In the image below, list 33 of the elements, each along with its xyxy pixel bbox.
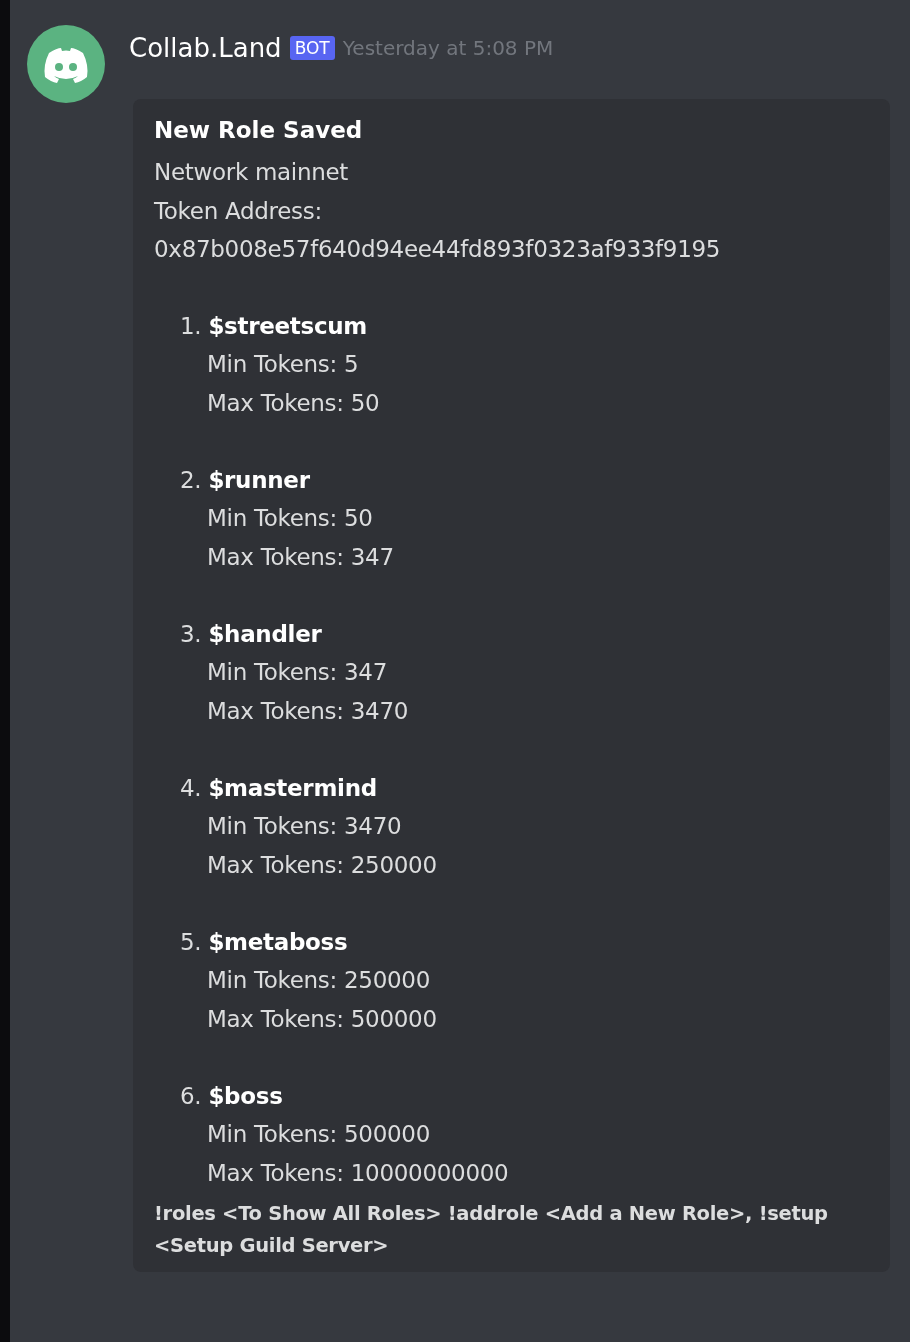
min-tokens-text: Min Tokens: 50: [206, 504, 374, 533]
role-name: $mastermind: [208, 774, 377, 801]
max-tokens-text: Max Tokens: 250000: [206, 850, 438, 880]
max-tokens-text: Max Tokens: 500000: [206, 1004, 438, 1034]
role-number: 3.: [180, 620, 202, 647]
role-number: 4.: [180, 774, 202, 801]
avatar-icon: [27, 25, 105, 103]
role-name: $handler: [208, 620, 322, 647]
embed-text: 0x87b008e57f640d94ee44fd893f0323af933f9195: [154, 235, 722, 264]
bot-tag: BOT: [289, 35, 335, 61]
role-number: 2.: [180, 466, 202, 493]
embed-title: New Role Saved: [154, 116, 364, 145]
author-name[interactable]: Collab.Land: [129, 35, 282, 61]
embed-text: Token Address:: [154, 196, 323, 226]
role-name: $metaboss: [208, 928, 348, 955]
role-number: 6.: [180, 1082, 202, 1109]
max-tokens-text: Max Tokens: 3470: [206, 696, 410, 726]
max-tokens-text: Max Tokens: 50: [206, 388, 381, 418]
min-tokens-text: Min Tokens: 250000: [206, 966, 431, 995]
role-name: $boss: [208, 1082, 283, 1109]
timestamp: Yesterday at 5:08 PM: [342, 35, 554, 62]
min-tokens-text: Min Tokens: 347: [206, 658, 388, 687]
role-name: $runner: [208, 466, 310, 493]
min-tokens-text: Min Tokens: 5: [206, 350, 360, 379]
role-number: 1.: [180, 312, 202, 339]
role-number: 5.: [180, 928, 202, 955]
max-tokens-text: Max Tokens: 10000000000: [206, 1158, 510, 1188]
min-tokens-text: Min Tokens: 500000: [206, 1120, 431, 1149]
max-tokens-text: Max Tokens: 347: [206, 542, 395, 572]
embed-footer: !roles <To Show All Roles> !addrole <Add a New Role>, !setup <Setup Guild Server>: [154, 1198, 870, 1262]
embed-text: Network mainnet: [154, 158, 350, 187]
min-tokens-text: Min Tokens: 3470: [206, 812, 403, 841]
role-name: $streetscum: [208, 312, 367, 339]
